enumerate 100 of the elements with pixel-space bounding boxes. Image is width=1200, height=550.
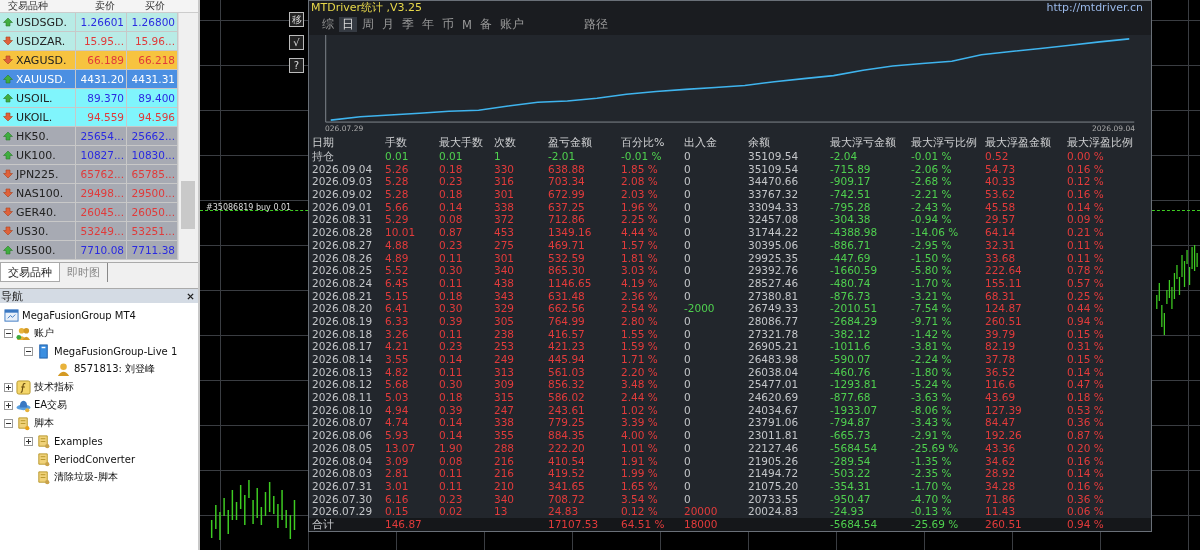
table-cell: 2.54 % [621,302,658,315]
table-cell: -5684.54 [830,518,878,531]
column-header[interactable]: 买价 [126,0,176,12]
table-cell: 32457.08 [748,213,799,226]
scrollbar[interactable] [178,13,197,260]
table-cell: 27380.81 [748,289,799,302]
expand-icon[interactable] [24,436,33,446]
symbol-row[interactable]: NAS100. 29498... 29500... [0,184,178,203]
panel-tab[interactable]: 交易品种 [0,263,60,282]
table-cell: 301 [494,188,515,201]
collapse-icon[interactable] [4,328,13,338]
collapse-icon[interactable] [4,418,13,428]
expand-icon[interactable] [4,382,13,392]
tree-item[interactable]: 账户 [34,326,54,340]
table-cell: 338 [494,200,515,213]
collapse-icon[interactable] [24,346,33,356]
period-tab[interactable]: 综 [319,17,337,32]
symbol-row[interactable]: GER40. 26045... 26050... [0,203,178,222]
table-cell: 20733.55 [748,492,799,505]
table-cell: 2026.08.03 [312,467,373,480]
tree-item[interactable]: 脚本 [34,416,54,430]
symbol-row[interactable]: USDZAR. 15.95... 15.96... [0,32,178,51]
tree-item[interactable]: EA交易 [34,398,68,412]
scroll-icon [36,451,51,467]
table-cell: 合计 [312,518,334,531]
table-cell: 26038.04 [748,365,799,378]
symbol-row[interactable]: USDSGD. 1.26601 1.26800 [0,13,178,32]
period-tab[interactable]: 年 [419,17,437,32]
symbol-name: USDSGD. [16,15,67,29]
website-link[interactable]: http://mtdriver.cn [1046,1,1143,14]
scroll-thumb[interactable] [181,181,195,229]
bid-price: 7710.08 [76,241,127,259]
close-icon[interactable] [187,292,194,300]
table-cell: -14.06 % [911,226,959,239]
table-cell: 779.25 [548,416,585,429]
expand-icon[interactable] [4,400,13,410]
table-cell: 5.26 [385,162,409,175]
table-cell: -950.47 [830,492,871,505]
period-tab[interactable]: 备 [476,17,495,32]
table-cell: 0.01 [385,150,409,162]
column-header[interactable]: 交易品种 [0,0,76,12]
table-cell: 29392.76 [748,264,799,277]
period-tab[interactable]: M [459,17,475,32]
tree-item[interactable]: Examples [54,435,103,447]
period-tab[interactable]: 周 [359,17,377,32]
table-cell: 3.26 [385,327,409,340]
symbol-row[interactable]: UK100. 10827... 10830... [0,146,178,165]
symbol-row[interactable]: US30. 53249... 53251... [0,222,178,241]
tree-item[interactable]: 8571813: 刘登峰 [74,362,156,376]
period-tab[interactable]: 币 [439,17,457,32]
tool-button[interactable]: ? [289,58,304,73]
period-tab[interactable]: 账户 [496,17,527,32]
table-cell: 30395.06 [748,238,799,251]
table-cell: -5.24 % [911,378,952,391]
table-cell: 253 [494,340,515,353]
column-header: 手数 [385,137,408,150]
table-cell: 0 [684,150,691,162]
tree-item[interactable]: MegaFusionGroup MT4 [22,309,136,321]
symbol-row[interactable]: JPN225. 65762... 65785... [0,165,178,184]
table-cell: -1.42 % [911,327,952,340]
table-cell: 29.57 [985,213,1016,226]
table-cell: 0.14 % [1067,365,1104,378]
symbol-row[interactable]: US500. 7710.08 7711.38 [0,241,178,260]
symbol-name: UKOIL. [16,110,53,124]
period-tab[interactable]: 月 [379,17,397,32]
symbol-row[interactable]: USOIL. 89.370 89.400 [0,89,178,108]
table-cell: 5.66 [385,200,409,213]
tool-button[interactable]: 移 [289,12,304,27]
table-cell: 0 [684,251,691,264]
tree-item[interactable]: 清除垃圾-脚本 [54,470,118,484]
table-cell: 288 [494,441,515,454]
tool-button[interactable]: √ [289,35,304,50]
tree-item[interactable]: PeriodConverter [54,453,135,465]
table-cell: 637.25 [548,200,585,213]
table-cell: 17107.53 [548,518,599,531]
tree-item[interactable]: MegaFusionGroup-Live 1 [54,345,178,357]
period-tab[interactable]: 季 [399,17,417,32]
table-cell: 2026.08.07 [312,416,373,429]
table-cell: 216 [494,454,515,467]
bid-price: 66.189 [76,51,127,69]
column-header[interactable]: 卖价 [76,0,126,12]
table-cell: 0.18 [439,289,463,302]
symbol-row[interactable]: HK50. 25654... 25662... [0,127,178,146]
period-tab[interactable]: 路径 [580,17,611,32]
table-cell: 2.08 % [621,175,658,188]
table-cell: 0.21 % [1067,226,1104,239]
tree-item[interactable]: 技术指标 [34,380,74,394]
bid-price: 1.26601 [76,13,127,31]
period-tab[interactable]: 日 [339,17,357,32]
symbol-row[interactable]: XAGUSD. 66.189 66.218 [0,51,178,70]
table-cell: 0 [684,479,691,492]
symbol-row[interactable]: UKOIL. 94.559 94.596 [0,108,178,127]
table-cell: 438 [494,276,515,289]
table-cell: 1.01 % [621,441,658,454]
table-cell: 0 [684,200,691,213]
table-cell: -2000 [684,302,715,315]
table-cell: 35109.54 [748,150,799,162]
table-cell: 445.94 [548,353,585,365]
table-cell: -304.38 [830,213,871,226]
table-cell: 313 [494,365,515,378]
